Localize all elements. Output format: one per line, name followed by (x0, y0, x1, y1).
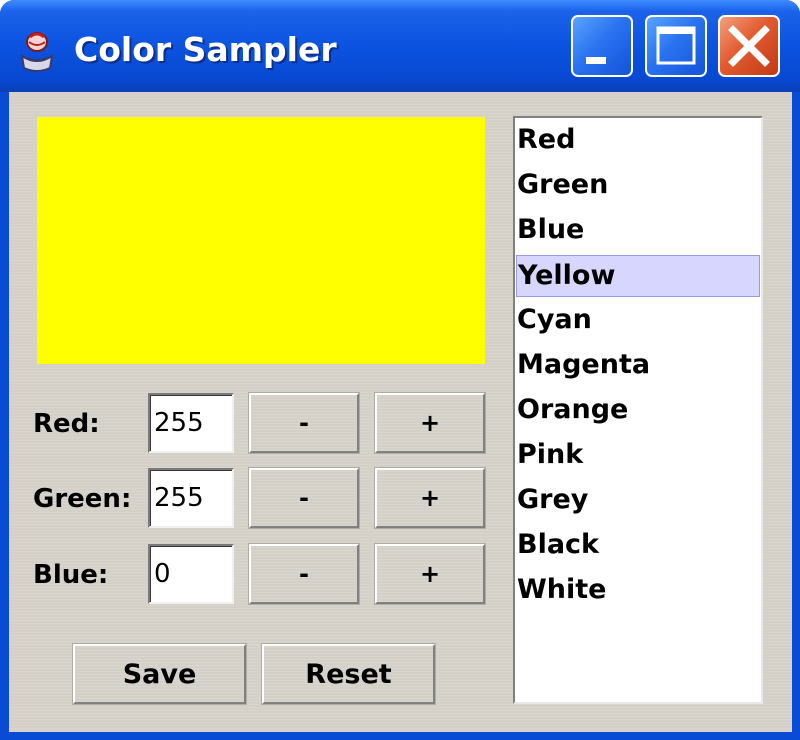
list-item-orange[interactable]: Orange (516, 390, 760, 432)
title-bar[interactable]: Color Sampler (0, 0, 800, 92)
red-decrement-button[interactable]: - (248, 392, 360, 454)
blue-decrement-button[interactable]: - (248, 543, 360, 605)
green-increment-button[interactable]: + (374, 467, 486, 529)
list-item-red[interactable]: Red (516, 120, 760, 162)
red-value-field[interactable] (148, 393, 234, 453)
save-button[interactable]: Save (72, 643, 247, 705)
list-item-black[interactable]: Black (516, 525, 760, 567)
blue-value-field[interactable] (148, 544, 234, 604)
list-item-yellow[interactable]: Yellow (516, 255, 760, 297)
list-item-white[interactable]: White (516, 570, 760, 612)
maximize-icon (656, 26, 696, 65)
java-app-icon[interactable] (14, 28, 60, 74)
green-decrement-button[interactable]: - (248, 467, 360, 529)
reset-button[interactable]: Reset (261, 643, 436, 705)
window-title: Color Sampler (74, 30, 337, 69)
close-button[interactable] (718, 15, 780, 77)
list-item-grey[interactable]: Grey (516, 480, 760, 522)
list-item-cyan[interactable]: Cyan (516, 300, 760, 342)
red-label: Red: (33, 409, 100, 439)
list-item-pink[interactable]: Pink (516, 435, 760, 477)
red-increment-button[interactable]: + (374, 392, 486, 454)
blue-label: Blue: (33, 560, 109, 590)
green-value-field[interactable] (148, 468, 234, 528)
minimize-icon (586, 57, 606, 64)
color-list[interactable]: Red Green Blue Yellow Cyan Magenta Orang… (513, 116, 763, 704)
minimize-button[interactable] (571, 15, 633, 77)
close-icon (728, 25, 770, 67)
list-item-blue[interactable]: Blue (516, 210, 760, 252)
list-item-green[interactable]: Green (516, 165, 760, 207)
list-item-magenta[interactable]: Magenta (516, 345, 760, 387)
maximize-button[interactable] (645, 15, 707, 77)
green-label: Green: (33, 484, 132, 514)
blue-increment-button[interactable]: + (374, 543, 486, 605)
color-preview-swatch (37, 117, 485, 364)
